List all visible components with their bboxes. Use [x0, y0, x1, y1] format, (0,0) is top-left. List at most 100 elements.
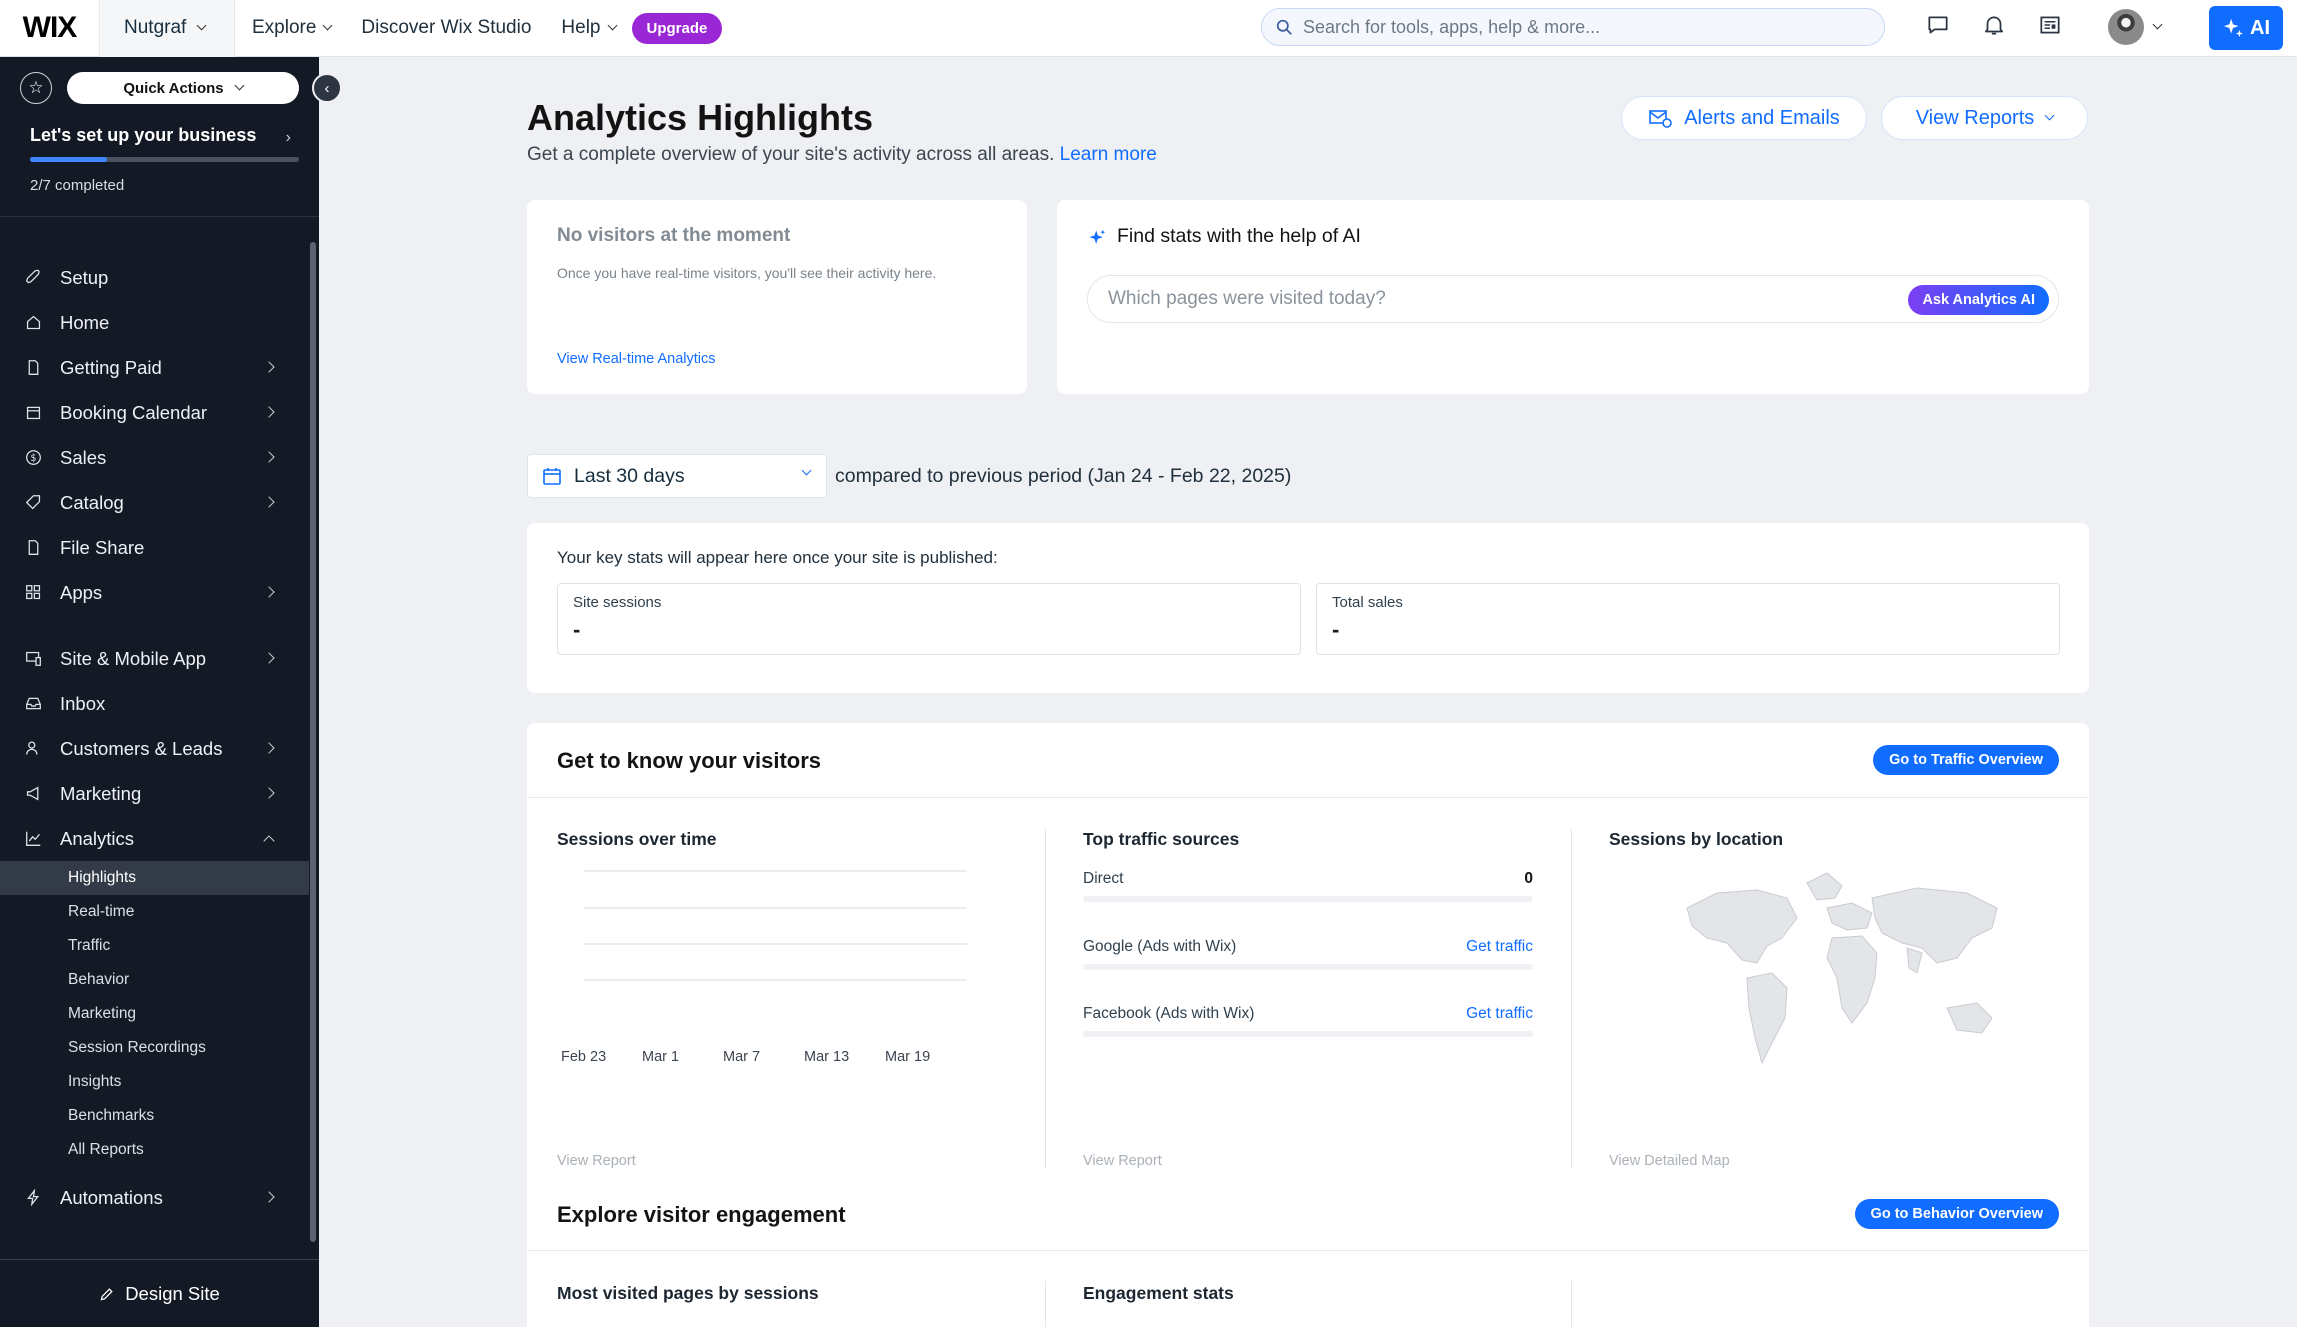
news-icon[interactable]: [2037, 12, 2063, 38]
pencil-icon: [100, 1287, 113, 1300]
x-tick-label: Mar 1: [642, 1049, 680, 1065]
sidebar-item-label: Customers & Leads: [60, 737, 223, 759]
stat-label: Site sessions: [573, 594, 662, 611]
tag-icon: [25, 495, 41, 510]
alerts-emails-button[interactable]: Alerts and Emails: [1621, 96, 1867, 140]
sidebar-scrollbar[interactable]: [310, 242, 316, 1242]
wix-logo[interactable]: WIX: [0, 0, 100, 57]
total-sales-stat: Total sales -: [1316, 583, 2060, 655]
sidebar-item-setup[interactable]: Setup: [0, 255, 309, 300]
subtitle-text: Get a complete overview of your site's a…: [527, 144, 1055, 165]
nav-discover[interactable]: Discover Wix Studio: [361, 17, 531, 39]
learn-more-link[interactable]: Learn more: [1060, 144, 1157, 165]
source-value: 0: [1524, 870, 1533, 887]
chevron-down-icon: [196, 20, 207, 31]
stat-value: -: [573, 617, 581, 642]
top-icons: [1925, 12, 2063, 38]
search-input[interactable]: Search for tools, apps, help & more...: [1261, 8, 1885, 46]
traffic-source-row: Direct 0: [1083, 870, 1533, 902]
view-reports-button[interactable]: View Reports: [1881, 96, 2088, 140]
stat-value: -: [1332, 617, 1340, 642]
date-range-select[interactable]: Last 30 days: [527, 454, 827, 498]
bell-icon[interactable]: [1981, 12, 2007, 38]
setup-progress[interactable]: Let's set up your business › 2/7 complet…: [0, 57, 319, 217]
ai-title: Find stats with the help of AI: [1117, 225, 1361, 247]
sidebar-subitem[interactable]: Session Recordings: [0, 1031, 309, 1065]
sidebar-item-booking-calendar[interactable]: Booking Calendar: [0, 390, 309, 435]
sidebar-item-getting-paid[interactable]: Getting Paid: [0, 345, 309, 390]
ai-question-input[interactable]: Which pages were visited today? Ask Anal…: [1087, 275, 2059, 323]
collapse-sidebar-button[interactable]: ‹: [312, 73, 342, 103]
nav-help[interactable]: Help: [561, 17, 617, 39]
top-traffic-sources-title: Top traffic sources: [1083, 829, 1240, 849]
chevron-right-icon: [263, 586, 275, 598]
ask-analytics-ai-button[interactable]: Ask Analytics AI: [1908, 285, 2049, 315]
sidebar-item-catalog[interactable]: Catalog: [0, 480, 309, 525]
get-traffic-link[interactable]: Get traffic: [1466, 938, 1533, 956]
get-traffic-link[interactable]: Get traffic: [1466, 1005, 1533, 1023]
sidebar-subitem[interactable]: All Reports: [0, 1133, 309, 1167]
x-tick-label: Mar 7: [723, 1049, 761, 1065]
traffic-view-report-link[interactable]: View Report: [1083, 1153, 1162, 1169]
realtime-title: No visitors at the moment: [557, 225, 791, 246]
home-icon: [26, 315, 41, 330]
sidebar-item-inbox[interactable]: Inbox: [0, 681, 309, 726]
sidebar-item-sales[interactable]: $ Sales: [0, 435, 309, 480]
dollar-icon: $: [26, 450, 41, 465]
engagement-title: Explore visitor engagement: [557, 1202, 846, 1227]
sidebar-subitem[interactable]: Behavior: [0, 963, 309, 997]
mail-bell-icon: [1649, 110, 1672, 128]
site-switcher[interactable]: Nutgraf: [100, 0, 235, 57]
sessions-view-report-link[interactable]: View Report: [557, 1153, 636, 1169]
divider: [527, 797, 2089, 798]
sidebar-item-home[interactable]: Home: [0, 300, 309, 345]
view-reports-label: View Reports: [1915, 106, 2035, 129]
sidebar-item-label: Automations: [60, 1186, 163, 1208]
design-site-label: Design Site: [125, 1282, 220, 1304]
source-name: Facebook (Ads with Wix): [1083, 1005, 1255, 1022]
view-realtime-link[interactable]: View Real-time Analytics: [557, 351, 716, 367]
account-menu[interactable]: [2108, 9, 2163, 45]
sidebar-subitem[interactable]: Real-time: [0, 895, 309, 929]
visitors-title: Get to know your visitors: [557, 748, 822, 773]
sidebar-subitem[interactable]: Marketing: [0, 997, 309, 1031]
sidebar-item-customers-leads[interactable]: Customers & Leads: [0, 726, 309, 771]
sidebar-subitem[interactable]: Benchmarks: [0, 1099, 309, 1133]
upgrade-button[interactable]: Upgrade: [631, 12, 723, 44]
sparkle-icon: [2223, 18, 2244, 38]
megaphone-icon: [26, 786, 39, 801]
sidebar-item-label: Setup: [60, 266, 109, 288]
sidebar-item-marketing[interactable]: Marketing: [0, 771, 309, 816]
sidebar-subitem[interactable]: Highlights: [0, 861, 309, 895]
key-stats-intro: Your key stats will appear here once you…: [557, 548, 998, 567]
chevron-right-icon: [263, 406, 275, 418]
svg-text:$: $: [31, 453, 37, 464]
chat-icon[interactable]: [1925, 12, 1951, 38]
sidebar-item-label: Catalog: [60, 491, 124, 513]
sidebar-item-automations[interactable]: Automations: [0, 1175, 309, 1220]
search-icon: [1276, 19, 1292, 35]
view-detailed-map-link[interactable]: View Detailed Map: [1609, 1153, 1730, 1169]
sidebar-item-label: Inbox: [60, 692, 106, 714]
ai-assistant-button[interactable]: AI: [2209, 6, 2283, 50]
calendar-icon: [543, 468, 561, 485]
sidebar-item-label: Home: [60, 311, 110, 333]
chevron-down-icon: [607, 20, 617, 31]
sidebar-item-file-share[interactable]: File Share: [0, 525, 309, 570]
behavior-overview-button[interactable]: Go to Behavior Overview: [1854, 1199, 2059, 1229]
traffic-source-row: Google (Ads with Wix) Get traffic: [1083, 938, 1533, 970]
traffic-overview-button[interactable]: Go to Traffic Overview: [1873, 745, 2059, 775]
sidebar-item-site-mobile-app[interactable]: Site & Mobile App: [0, 636, 309, 681]
chevron-right-icon: [263, 451, 275, 463]
sidebar-item-apps[interactable]: Apps: [0, 570, 309, 615]
sidebar-subitem[interactable]: Insights: [0, 1065, 309, 1099]
nav-explore[interactable]: Explore: [252, 17, 333, 39]
setup-progress-bar: [30, 157, 299, 162]
divider: [1571, 1281, 1572, 1327]
bolt-icon: [27, 1189, 40, 1206]
avatar: [2108, 9, 2144, 45]
sidebar-subitem[interactable]: Traffic: [0, 929, 309, 963]
setup-count: 2/7 completed: [30, 177, 125, 194]
sidebar-item-analytics[interactable]: Analytics: [0, 816, 309, 861]
design-site-button[interactable]: Design Site: [0, 1259, 319, 1327]
